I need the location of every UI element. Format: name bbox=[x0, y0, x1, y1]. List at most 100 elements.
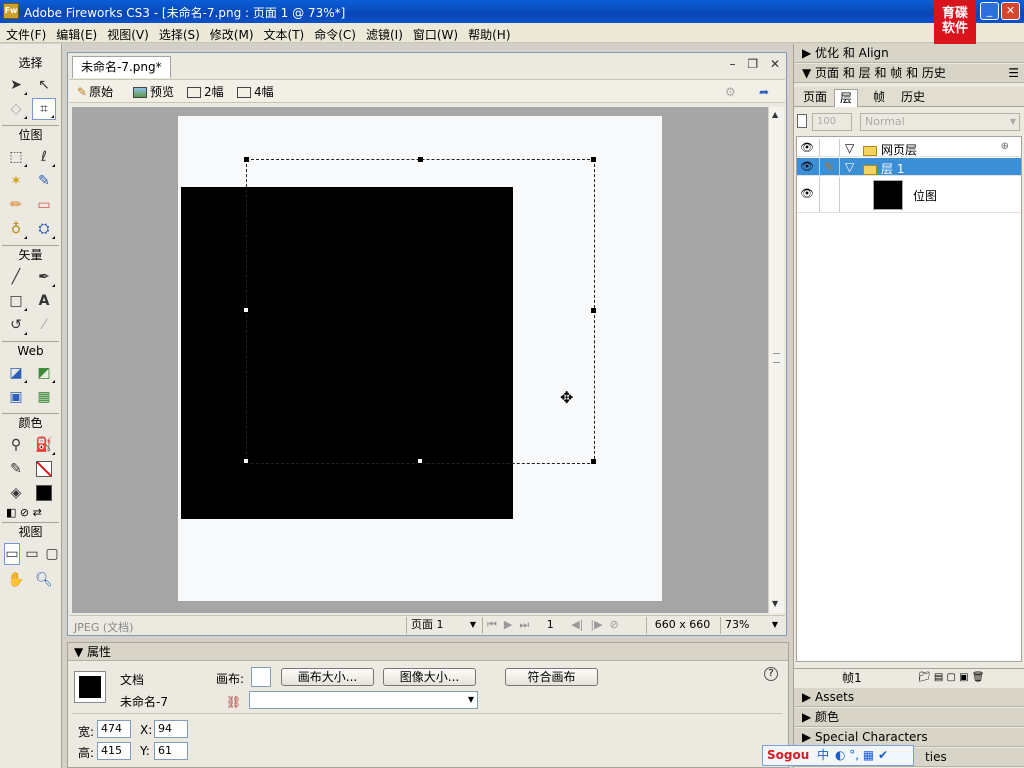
tab-history[interactable]: 历史 bbox=[896, 89, 930, 107]
doc-close-icon[interactable]: ✕ bbox=[770, 57, 780, 71]
freeform-tool-icon[interactable]: ↺ bbox=[4, 314, 28, 336]
blur-tool-icon[interactable]: ♁ bbox=[4, 218, 28, 240]
pencil-tool-icon[interactable]: ✏ bbox=[4, 194, 28, 216]
minimize-button[interactable]: _ bbox=[980, 2, 999, 20]
marquee-tool-icon[interactable]: ⬚ bbox=[4, 146, 28, 168]
height-field[interactable]: 415 bbox=[97, 742, 131, 760]
handle-top-right[interactable] bbox=[591, 157, 596, 162]
text-tool-icon[interactable]: A bbox=[32, 290, 56, 312]
doc-minimize-icon[interactable]: – bbox=[730, 57, 736, 71]
opacity-field[interactable]: 100 bbox=[812, 113, 852, 131]
handle-bottom-right[interactable] bbox=[591, 459, 596, 464]
view-tab-4up[interactable]: 4幅 bbox=[237, 83, 274, 101]
scroll-up-icon[interactable]: ▲ bbox=[772, 110, 778, 119]
blend-mode-select[interactable]: Normal ▼ bbox=[860, 113, 1020, 131]
menu-text[interactable]: 文本(T) bbox=[259, 23, 310, 46]
panel-options-icon[interactable]: ☰ bbox=[1008, 64, 1019, 83]
canvas-color-swatch[interactable] bbox=[251, 667, 271, 687]
pages-layers-header[interactable]: ▼ 页面 和 层 和 帧 和 历史 ☰ bbox=[794, 64, 1024, 83]
view-tab-original[interactable]: ✎ 原始 bbox=[77, 83, 113, 101]
menu-modify[interactable]: 修改(M) bbox=[205, 23, 259, 46]
zoom-tool-icon[interactable]: 🔍︎ bbox=[32, 569, 56, 591]
export-arrow-icon[interactable]: ➦ bbox=[759, 83, 769, 101]
eye-icon[interactable]: 👁︎ bbox=[800, 141, 814, 154]
properties-header[interactable]: ▼ 属性 bbox=[68, 643, 788, 661]
assets-header[interactable]: ▶ Assets bbox=[794, 688, 1024, 707]
layer-action-icons[interactable]: 📁︎ ▤ ▢ ▣ 🗑︎ bbox=[918, 669, 984, 687]
handle-top-left[interactable] bbox=[244, 157, 249, 162]
x-field[interactable]: 94 bbox=[154, 720, 188, 738]
menu-select[interactable]: 选择(S) bbox=[154, 23, 205, 46]
layer-row-bitmap[interactable]: 👁︎ 位图 bbox=[797, 177, 1021, 213]
line-tool-icon[interactable]: ╱ bbox=[4, 266, 28, 288]
slice-tool-icon[interactable]: ◩ bbox=[32, 362, 56, 384]
doc-restore-icon[interactable]: ❐ bbox=[747, 57, 758, 71]
optimize-align-header[interactable]: ▶ 优化 和 Align bbox=[794, 44, 1024, 63]
tab-pages[interactable]: 页面 bbox=[798, 89, 832, 107]
help-icon[interactable]: ? bbox=[764, 667, 778, 681]
eye-icon[interactable]: 👁︎ bbox=[800, 160, 814, 173]
layer-row-web[interactable]: 👁︎ ▽ 网页层 ⊕ bbox=[797, 139, 1021, 157]
knife-tool-icon[interactable]: ⁄ bbox=[32, 314, 56, 336]
rubber-stamp-icon[interactable]: ⛭ bbox=[32, 218, 56, 240]
sogou-ime-bar[interactable]: Sogou 中 ◐ °, ▦ ✔ bbox=[762, 745, 914, 766]
brush-tool-icon[interactable]: ✎ bbox=[32, 170, 56, 192]
eye-icon[interactable]: 👁︎ bbox=[800, 187, 814, 200]
menu-view[interactable]: 视图(V) bbox=[102, 23, 154, 46]
ime-mode[interactable]: 中 bbox=[817, 748, 829, 762]
handle-left[interactable] bbox=[243, 307, 249, 313]
view-tab-2up[interactable]: 2幅 bbox=[187, 83, 224, 101]
stroke-color-swatch[interactable] bbox=[32, 458, 56, 480]
tab-frames[interactable]: 帧 bbox=[868, 89, 890, 107]
crop-selection-box[interactable] bbox=[243, 157, 596, 464]
full-screen-menu-icon[interactable]: ▭ bbox=[24, 543, 40, 565]
canvas-options-dropdown[interactable]: ▼ bbox=[249, 691, 478, 709]
hotspot-tool-icon[interactable]: ◪ bbox=[4, 362, 28, 384]
full-screen-icon[interactable]: ▢ bbox=[44, 543, 60, 565]
layer-row-layer1[interactable]: 👁︎ ✎ ▽ 层 1 bbox=[797, 158, 1021, 176]
color-reset-icons[interactable]: ◧ ⊘ ⇄ bbox=[0, 506, 61, 519]
close-window-button[interactable]: ✕ bbox=[1001, 2, 1020, 20]
document-tab[interactable]: 未命名-7.png* bbox=[72, 56, 171, 78]
fit-canvas-button[interactable]: 符合画布 bbox=[505, 668, 598, 686]
crop-tool-icon[interactable]: ⌗ bbox=[32, 98, 56, 120]
fill-color-swatch[interactable] bbox=[32, 482, 56, 504]
color-header[interactable]: ▶ 颜色 bbox=[794, 708, 1024, 727]
canvas-size-button[interactable]: 画布大小... bbox=[281, 668, 374, 686]
show-slices-icon[interactable]: ▦ bbox=[32, 386, 56, 408]
menu-edit[interactable]: 编辑(E) bbox=[51, 23, 102, 46]
handle-right[interactable] bbox=[591, 308, 596, 313]
artboard[interactable]: ✥ bbox=[178, 116, 662, 601]
image-size-button[interactable]: 图像大小... bbox=[383, 668, 476, 686]
expand-icon[interactable]: ▽ bbox=[845, 160, 854, 174]
pen-tool-icon[interactable]: ✒ bbox=[32, 266, 56, 288]
handle-bottom-left[interactable] bbox=[243, 458, 249, 464]
menu-help[interactable]: 帮助(H) bbox=[463, 23, 515, 46]
vertical-scrollbar[interactable]: ▲ ▼ bbox=[768, 107, 784, 613]
layer-lock-icon[interactable] bbox=[797, 114, 807, 128]
y-field[interactable]: 61 bbox=[154, 742, 188, 760]
ime-tool-icons[interactable]: ◐ °, ▦ ✔ bbox=[835, 748, 888, 762]
handle-top[interactable] bbox=[418, 157, 423, 162]
tab-layers[interactable]: 层 bbox=[834, 89, 859, 107]
menu-commands[interactable]: 命令(C) bbox=[309, 23, 361, 46]
paint-bucket-icon[interactable]: ⛽ bbox=[32, 434, 56, 456]
subselect-tool-icon[interactable]: ↖ bbox=[32, 74, 56, 96]
zoom-select[interactable]: 73% ▼ bbox=[720, 617, 782, 634]
magic-wand-icon[interactable]: ✶ bbox=[4, 170, 28, 192]
eyedropper-tool-icon[interactable]: ⚲ bbox=[4, 434, 28, 456]
scale-tool-icon[interactable]: ◇ bbox=[4, 98, 28, 120]
scroll-down-icon[interactable]: ▼ bbox=[772, 599, 778, 608]
width-field[interactable]: 474 bbox=[97, 720, 131, 738]
menu-window[interactable]: 窗口(W) bbox=[408, 23, 463, 46]
menu-file[interactable]: 文件(F) bbox=[1, 23, 51, 46]
lasso-tool-icon[interactable]: ℓ bbox=[32, 146, 56, 168]
view-tab-preview[interactable]: 预览 bbox=[133, 83, 174, 101]
eraser-tool-icon[interactable]: ▭ bbox=[32, 194, 56, 216]
hide-slices-icon[interactable]: ▣ bbox=[4, 386, 28, 408]
standard-screen-icon[interactable]: ▭ bbox=[4, 543, 20, 565]
handle-bottom[interactable] bbox=[417, 458, 423, 464]
quick-export-icon[interactable]: ⚙ bbox=[725, 83, 736, 101]
scroll-grip[interactable] bbox=[773, 353, 780, 363]
rectangle-tool-icon[interactable]: □ bbox=[4, 290, 28, 312]
